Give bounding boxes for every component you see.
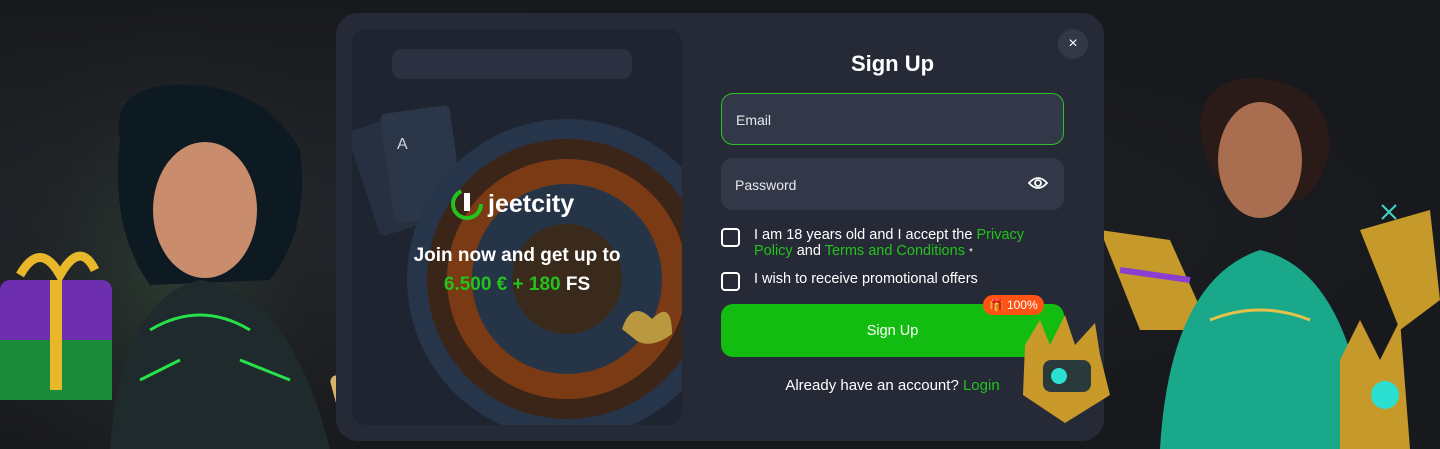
password-field[interactable] — [721, 158, 1064, 212]
brand-logo: jeetcity — [450, 187, 574, 221]
show-password-icon[interactable] — [1028, 175, 1048, 191]
signup-modal: A jeetcity Join now and get up to 6.500 … — [336, 13, 1104, 441]
login-prompt: Already have an account? Login — [721, 377, 1064, 394]
promo-optin-row: I wish to receive promotional offers — [721, 271, 1064, 291]
email-field[interactable] — [721, 93, 1064, 146]
golden-robot-illustration — [1023, 315, 1110, 423]
required-marker: * — [968, 247, 973, 258]
terms-text: I am 18 years old and I accept the Priva… — [754, 227, 1064, 261]
promo-amount: 6.500 € + 180 FS — [352, 274, 682, 296]
promo-optin-checkbox[interactable] — [721, 272, 740, 291]
email-input[interactable] — [734, 94, 1028, 146]
roulette-illustration: A — [352, 29, 682, 425]
promo-amount-value: 6.500 € + 180 — [443, 274, 561, 295]
brand-logo-icon — [451, 188, 483, 220]
bonus-badge: 🎁 100% — [983, 295, 1044, 315]
login-prompt-text: Already have an account? — [785, 377, 959, 394]
gift-icon: 🎁 — [989, 298, 1004, 312]
login-link[interactable]: Login — [963, 377, 1000, 394]
terms-checkbox[interactable] — [721, 228, 740, 247]
promo-headline: Join now and get up to — [413, 245, 621, 266]
right-character-illustration — [1100, 78, 1440, 449]
terms-row: I am 18 years old and I accept the Priva… — [721, 227, 1064, 261]
terms-conditions-link[interactable]: Terms and Conditions — [825, 243, 965, 259]
terms-text-main: I am 18 years old and I accept the — [754, 227, 973, 243]
form-title: Sign Up — [850, 51, 935, 76]
promo-optin-label: I wish to receive promotional offers — [754, 271, 978, 287]
left-character-illustration — [0, 0, 340, 449]
promo-amount-suffix: FS — [565, 274, 591, 295]
svg-text:A: A — [397, 136, 408, 153]
password-input[interactable] — [733, 158, 1027, 212]
close-icon: × — [1068, 35, 1078, 52]
bonus-badge-text: 100% — [1006, 298, 1038, 312]
brand-name: jeetcity — [488, 189, 575, 218]
terms-and-text: and — [796, 243, 821, 259]
promo-panel: A jeetcity Join now and get up to 6.500 … — [352, 29, 682, 425]
